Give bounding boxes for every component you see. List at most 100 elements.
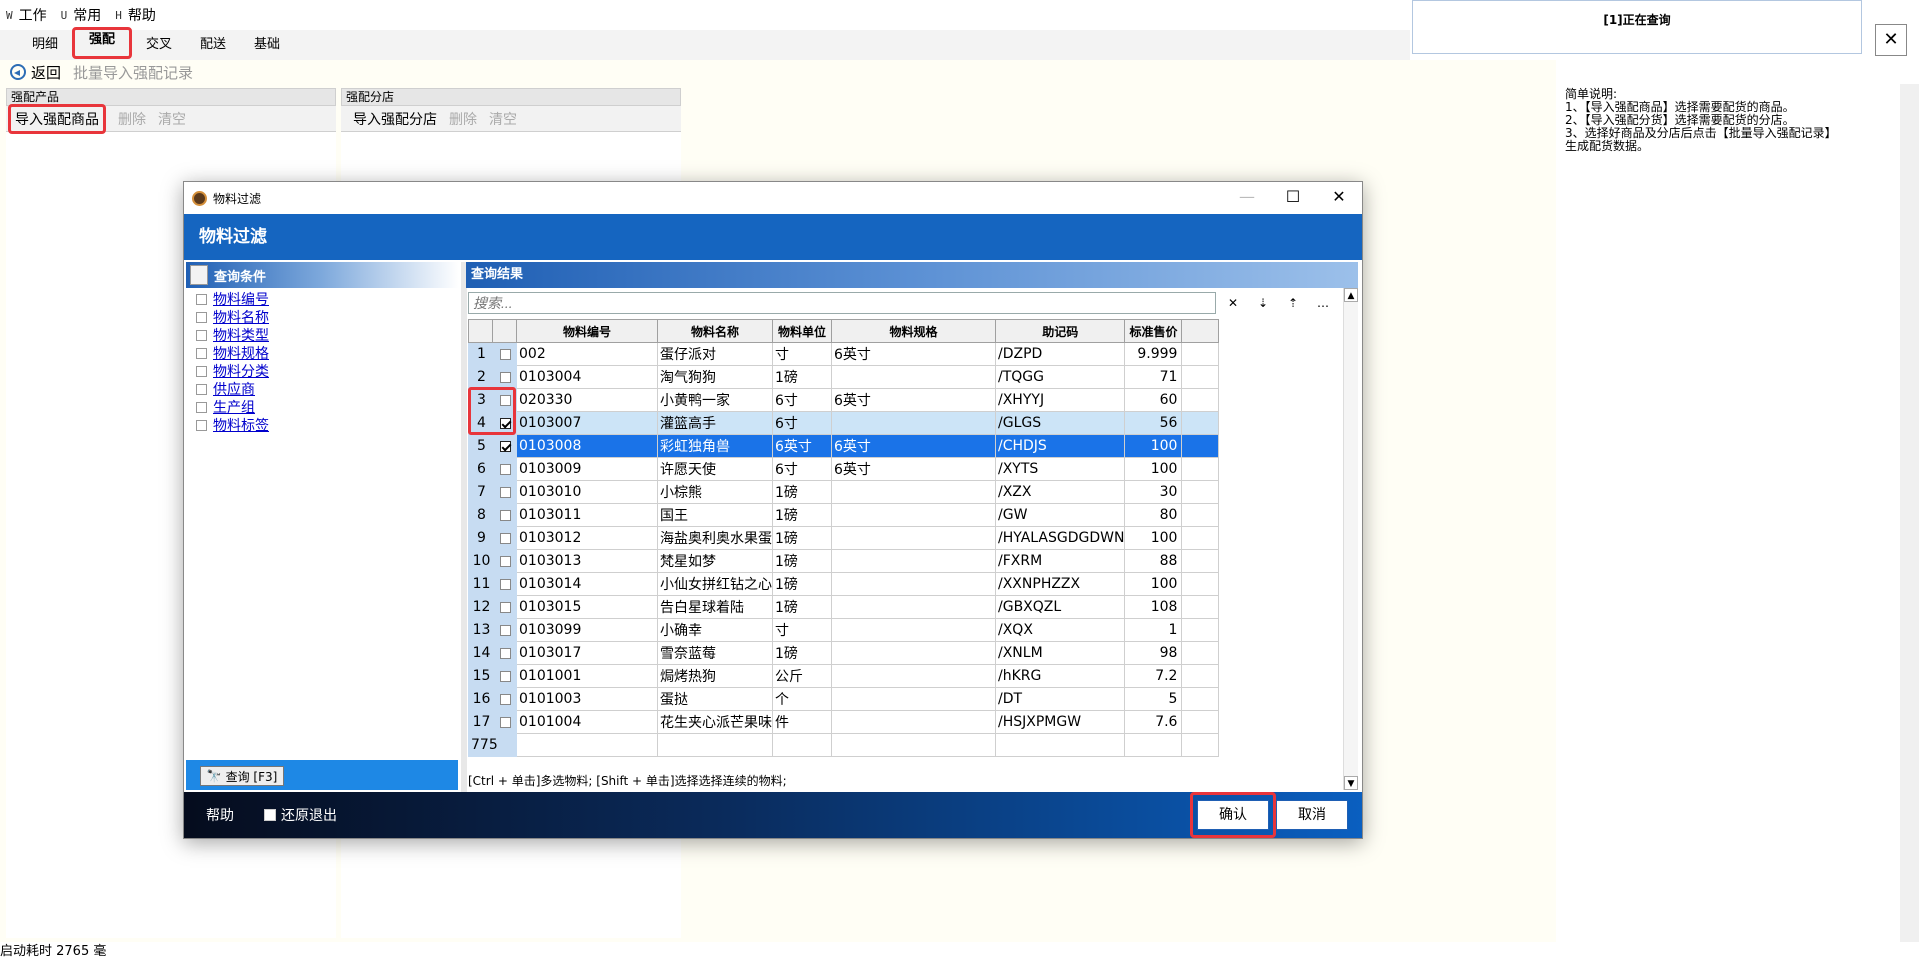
condition-checkbox[interactable] [196, 419, 207, 431]
clear-product-button[interactable]: 清空 [158, 109, 186, 129]
table-row[interactable]: 13 0103099 小确幸寸/XQX 1 [468, 618, 1220, 642]
tab-4[interactable]: 基础 [240, 32, 294, 58]
dialog-close-button[interactable]: ✕ [1316, 182, 1362, 214]
condition-item[interactable]: 物料规格 [196, 344, 459, 362]
condition-item[interactable]: 物料类型 [196, 326, 459, 344]
row-checkbox-cell[interactable] [492, 434, 517, 458]
scroll-up-icon[interactable]: ▲ [1344, 288, 1358, 302]
minimize-button[interactable]: — [1224, 182, 1270, 214]
table-row[interactable]: 9 0103012 海盐奥利奥水果蛋 1磅/HYALASGDGDWN 100 [468, 526, 1220, 550]
row-checkbox[interactable] [500, 417, 511, 429]
menu-item-0[interactable]: W 工作 [6, 5, 47, 25]
tab-2[interactable]: 交叉 [132, 32, 186, 58]
arrow-down-icon[interactable]: ⇣ [1248, 292, 1278, 314]
row-checkbox-cell[interactable] [492, 365, 517, 389]
table-row[interactable]: 5 0103008 彩虹独角兽 6英寸 6英寸/CHDJS 100 [468, 434, 1220, 458]
condition-item[interactable]: 生产组 [196, 398, 459, 416]
condition-link[interactable]: 物料编号 [213, 289, 269, 309]
help-link[interactable]: 帮助 [206, 805, 234, 825]
table-row[interactable]: 17 0101004 花生夹心派芒果味件/HSJXPMGW 7.6 [468, 710, 1220, 734]
condition-checkbox[interactable] [196, 293, 207, 305]
restore-exit-checkbox[interactable]: 还原退出 [264, 805, 337, 825]
condition-checkbox[interactable] [196, 383, 207, 395]
more-icon[interactable]: … [1308, 292, 1338, 314]
back-button[interactable]: 返回 [10, 62, 61, 83]
results-scrollbar[interactable]: ▲ ▼ [1343, 288, 1358, 790]
search-input[interactable] [468, 292, 1216, 314]
menu-item-1[interactable]: U 常用 [61, 5, 102, 25]
table-row[interactable]: 2 0103004 淘气狗狗 1磅/TQGG 71 [468, 365, 1220, 389]
table-row[interactable]: 15 0101001 焗烤热狗 公斤/hKRG 7.2 [468, 664, 1220, 688]
condition-link[interactable]: 物料规格 [213, 343, 269, 363]
condition-item[interactable]: 供应商 [196, 380, 459, 398]
row-checkbox-cell[interactable] [492, 687, 517, 711]
row-checkbox-cell[interactable] [492, 549, 517, 573]
right-scrollbar[interactable] [1900, 84, 1919, 942]
row-checkbox[interactable] [500, 578, 511, 590]
query-button[interactable]: 🔭 查询 [F3] [200, 766, 284, 786]
row-checkbox-cell[interactable] [492, 503, 517, 527]
table-row[interactable]: 6 0103009 许愿天使 6寸 6英寸/XYTS 100 [468, 457, 1220, 481]
table-row[interactable]: 7 0103010 小棕熊 1磅/XZX 30 [468, 480, 1220, 504]
tab-0[interactable]: 明细 [18, 32, 72, 58]
delete-store-button[interactable]: 删除 [449, 109, 477, 129]
condition-item[interactable]: 物料分类 [196, 362, 459, 380]
row-checkbox[interactable] [500, 486, 511, 498]
row-checkbox-cell[interactable] [492, 457, 517, 481]
row-checkbox-cell[interactable] [492, 595, 517, 619]
column-header[interactable]: 物料编号 [516, 319, 658, 343]
row-checkbox[interactable] [500, 371, 511, 383]
row-checkbox[interactable] [500, 394, 511, 406]
table-row[interactable]: 8 0103011 国王 1磅/GW 80 [468, 503, 1220, 527]
column-header[interactable]: 助记码 [994, 319, 1126, 343]
condition-item[interactable]: 物料名称 [196, 308, 459, 326]
import-product-button[interactable]: 导入强配商品 [8, 103, 106, 134]
table-row[interactable]: 1 002 蛋仔派对寸 6英寸/DZPD 9.999 [468, 342, 1220, 366]
table-row[interactable]: 10 0103013 梵星如梦 1磅/FXRM 88 [468, 549, 1220, 573]
condition-item[interactable]: 物料编号 [196, 290, 459, 308]
row-checkbox-cell[interactable] [492, 526, 517, 550]
row-checkbox[interactable] [500, 463, 511, 475]
menu-item-2[interactable]: H 帮助 [115, 5, 156, 25]
clear-search-icon[interactable]: ✕ [1218, 292, 1248, 314]
condition-item[interactable]: 物料标签 [196, 416, 459, 434]
column-header[interactable]: 标准售价 [1124, 319, 1183, 343]
row-checkbox[interactable] [500, 624, 511, 636]
condition-checkbox[interactable] [196, 329, 207, 341]
condition-link[interactable]: 物料名称 [213, 307, 269, 327]
column-header[interactable]: 物料名称 [657, 319, 773, 343]
row-checkbox-cell[interactable] [492, 342, 517, 366]
arrow-up-icon[interactable]: ⇡ [1278, 292, 1308, 314]
row-checkbox-cell[interactable] [492, 641, 517, 665]
import-store-button[interactable]: 导入强配分店 [353, 109, 437, 129]
condition-link[interactable]: 生产组 [213, 397, 255, 417]
row-checkbox[interactable] [500, 716, 511, 728]
maximize-button[interactable]: ☐ [1270, 182, 1316, 214]
condition-link[interactable]: 供应商 [213, 379, 255, 399]
table-row[interactable]: 16 0101003 蛋挞个/DT 5 [468, 687, 1220, 711]
tab-3[interactable]: 配送 [186, 32, 240, 58]
clear-store-button[interactable]: 清空 [489, 109, 517, 129]
row-checkbox[interactable] [500, 693, 511, 705]
row-checkbox-cell[interactable] [492, 572, 517, 596]
close-button[interactable]: ✕ [1875, 24, 1907, 56]
row-checkbox-cell[interactable] [492, 618, 517, 642]
cancel-button[interactable]: 取消 [1276, 800, 1348, 830]
tab-1[interactable]: 强配 [72, 27, 132, 59]
row-checkbox[interactable] [500, 509, 511, 521]
row-checkbox[interactable] [500, 532, 511, 544]
condition-checkbox[interactable] [196, 401, 207, 413]
column-header[interactable]: 物料规格 [831, 319, 996, 343]
column-header[interactable] [492, 319, 517, 343]
row-checkbox-cell[interactable] [492, 710, 517, 734]
row-checkbox-cell[interactable] [492, 664, 517, 688]
delete-product-button[interactable]: 删除 [118, 109, 146, 129]
batch-import-button[interactable]: 批量导入强配记录 [73, 62, 193, 83]
table-row[interactable]: 3 020330 小黄鸭一家 6寸 6英寸/XHYYJ 60 [468, 388, 1220, 412]
condition-checkbox[interactable] [196, 311, 207, 323]
row-checkbox[interactable] [500, 601, 511, 613]
condition-checkbox[interactable] [196, 347, 207, 359]
row-checkbox[interactable] [500, 647, 511, 659]
scroll-down-icon[interactable]: ▼ [1344, 776, 1358, 790]
row-checkbox[interactable] [500, 670, 511, 682]
